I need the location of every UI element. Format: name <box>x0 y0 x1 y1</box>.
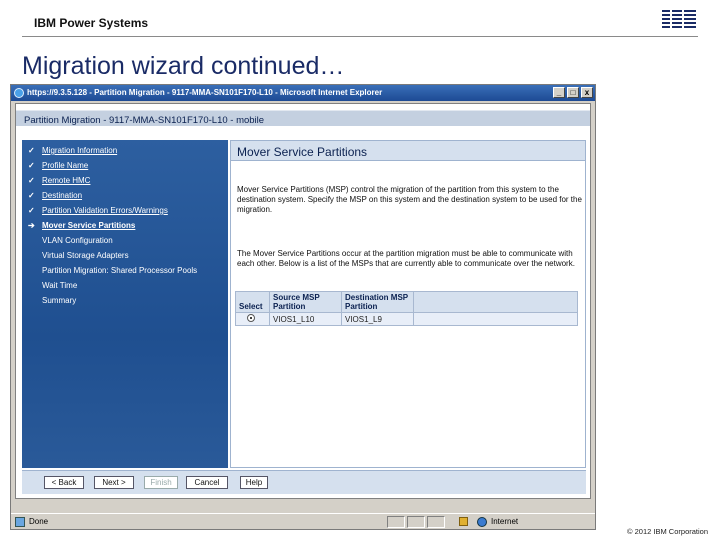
arrow-right-icon: ➔ <box>28 221 35 230</box>
status-cell <box>387 516 405 528</box>
check-icon: ✓ <box>28 206 35 215</box>
source-msp-cell: VIOS1_L10 <box>269 312 342 326</box>
internet-explorer-icon <box>14 88 24 98</box>
nav-item-summary: Summary <box>42 296 77 305</box>
maximize-button[interactable]: □ <box>567 87 579 98</box>
nav-item-mover-service-partitions[interactable]: ➔ Mover Service Partitions <box>28 221 135 230</box>
filler-cell <box>413 312 578 326</box>
next-button[interactable]: Next > <box>94 476 134 489</box>
finish-button[interactable]: Finish <box>144 476 178 489</box>
status-cell <box>427 516 445 528</box>
select-cell[interactable] <box>235 312 270 326</box>
header-rule <box>22 36 698 37</box>
column-header-select: Select <box>235 291 270 313</box>
page-viewport: Partition Migration - 9117-MMA-SN101F170… <box>15 103 591 499</box>
wizard-content: Mover Service Partitions Mover Service P… <box>230 140 586 468</box>
destination-msp-cell: VIOS1_L9 <box>341 312 414 326</box>
slide-header: IBM Power Systems <box>34 16 149 30</box>
browser-window: https://9.3.5.128 - Partition Migration … <box>10 84 596 530</box>
description-paragraph: Mover Service Partitions (MSP) control t… <box>237 185 582 214</box>
check-icon: ✓ <box>28 161 35 170</box>
instruction-paragraph: The Mover Service Partitions occur at th… <box>237 249 575 268</box>
ibm-logo <box>662 10 696 28</box>
help-button[interactable]: Help <box>240 476 268 489</box>
column-header-destination: Destination MSP Partition <box>341 291 414 313</box>
nav-item-vlan-configuration: VLAN Configuration <box>42 236 113 245</box>
app-title: Partition Migration - 9117-MMA-SN101F170… <box>24 115 265 126</box>
status-cell <box>407 516 425 528</box>
wizard-nav: ✓ Migration Information ✓ Profile Name ✓ Re… <box>22 140 228 468</box>
window-controls: _ □ x <box>553 87 593 98</box>
app-header: Partition Migration - 9117-MMA-SN101F170… <box>16 104 590 126</box>
msp-table: Select Source MSP Partition Destination … <box>235 291 578 326</box>
content-title: Mover Service Partitions <box>237 145 368 159</box>
nav-item-remote-hmc[interactable]: ✓ Remote HMC <box>28 176 90 185</box>
nav-item-virtual-storage-adapters: Virtual Storage Adapters <box>42 251 129 260</box>
browser-titlebar: https://9.3.5.128 - Partition Migration … <box>11 85 595 101</box>
wizard-button-bar: < Back Next > Finish Cancel Help <box>22 470 586 494</box>
check-icon: ✓ <box>28 191 35 200</box>
status-text: Done <box>29 517 49 526</box>
nav-item-shared-processor-pools: Partition Migration: Shared Processor Po… <box>42 266 198 275</box>
nav-item-wait-time: Wait Time <box>42 281 78 290</box>
browser-title: https://9.3.5.128 - Partition Migration … <box>27 88 383 97</box>
zone-text: Internet <box>491 517 519 526</box>
check-icon: ✓ <box>28 176 35 185</box>
back-button[interactable]: < Back <box>44 476 84 489</box>
content-header: Mover Service Partitions <box>231 141 585 161</box>
check-icon: ✓ <box>28 146 35 155</box>
page-done-icon <box>15 517 25 527</box>
nav-item-profile-name[interactable]: ✓ Profile Name <box>28 161 88 170</box>
table-row[interactable]: VIOS1_L10 VIOS1_L9 <box>235 312 578 326</box>
cancel-button[interactable]: Cancel <box>186 476 228 489</box>
column-header-source: Source MSP Partition <box>269 291 342 313</box>
table-header-row: Select Source MSP Partition Destination … <box>235 291 578 313</box>
nav-item-migration-information[interactable]: ✓ Migration Information <box>28 146 117 155</box>
column-header-filler <box>413 291 578 313</box>
nav-item-destination[interactable]: ✓ Destination <box>28 191 82 200</box>
minimize-button[interactable]: _ <box>553 87 565 98</box>
close-button[interactable]: x <box>581 87 593 98</box>
select-radio[interactable] <box>247 314 255 322</box>
nav-item-validation-errors[interactable]: ✓ Partition Validation Errors/Warnings <box>28 206 168 215</box>
copyright-footer: © 2012 IBM Corporation <box>627 527 708 536</box>
status-bar: Done Internet <box>11 513 595 529</box>
slide-title: Migration wizard continued… <box>22 52 345 80</box>
lock-icon <box>459 517 468 526</box>
internet-zone-icon <box>477 517 487 527</box>
